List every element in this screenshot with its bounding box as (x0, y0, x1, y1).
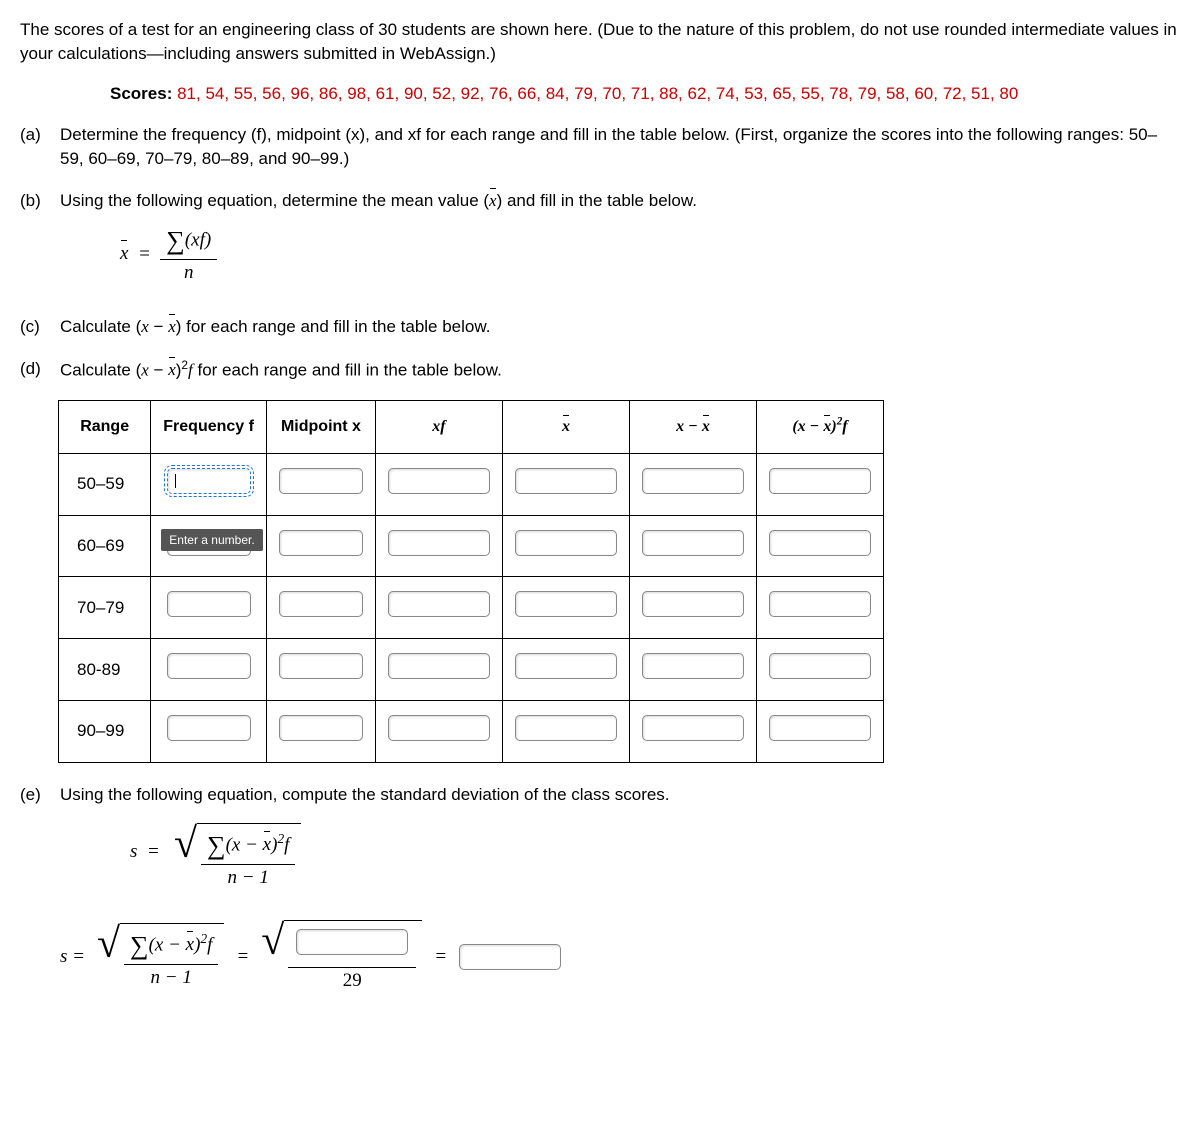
col-frequency: Frequency f (151, 401, 267, 454)
freq-input-50-59[interactable] (167, 468, 251, 494)
part-b-text: Using the following equation, determine … (60, 191, 697, 210)
range-cell: 70–79 (59, 577, 151, 639)
xmx-input-70-79[interactable] (642, 591, 744, 617)
mid-input-70-79[interactable] (279, 591, 363, 617)
range-cell: 50–59 (59, 453, 151, 515)
xmx2f-input-80-89[interactable] (769, 653, 871, 679)
part-c-label: (c) (20, 315, 60, 339)
col-xbar: x (502, 401, 629, 454)
sd-compute-row: s = √ ∑(x − x)2f n − 1 = √ 29 = (60, 920, 1180, 995)
xf-input-60-69[interactable] (388, 530, 490, 556)
table-row: 70–79 (59, 577, 884, 639)
col-xf: xf (375, 401, 502, 454)
part-b: (b) Using the following equation, determ… (20, 189, 1180, 297)
freq-input-80-89[interactable] (167, 653, 251, 679)
scores-values: 81, 54, 55, 56, 96, 86, 98, 61, 90, 52, … (177, 84, 1018, 103)
mid-input-60-69[interactable] (279, 530, 363, 556)
xmx2f-input-70-79[interactable] (769, 591, 871, 617)
xmx-input-90-99[interactable] (642, 715, 744, 741)
xf-input-90-99[interactable] (388, 715, 490, 741)
xmx-input-50-59[interactable] (642, 468, 744, 494)
xmx2f-input-90-99[interactable] (769, 715, 871, 741)
sd-equation-display: s = √ ∑(x − x)2f n − 1 (130, 823, 1180, 892)
table-row: 90–99 (59, 700, 884, 762)
part-c: (c) Calculate (x − x) for each range and… (20, 315, 1180, 339)
col-midpoint: Midpoint x (266, 401, 375, 454)
part-d: (d) Calculate (x − x)2f for each range a… (20, 357, 1180, 382)
input-tooltip: Enter a number. (161, 529, 262, 552)
data-table: Range Frequency f Midpoint x xf x x − x … (58, 400, 884, 763)
freq-input-90-99[interactable] (167, 715, 251, 741)
mid-input-80-89[interactable] (279, 653, 363, 679)
part-c-text: Calculate (x − x) for each range and fil… (60, 315, 1180, 339)
xf-input-50-59[interactable] (388, 468, 490, 494)
col-range: Range (59, 401, 151, 454)
col-xmx2f: (x − x)2f (756, 401, 883, 454)
part-d-text: Calculate (x − x)2f for each range and f… (60, 357, 1180, 382)
sd-result-input[interactable] (459, 944, 561, 970)
part-e-label: (e) (20, 783, 60, 902)
range-cell: 90–99 (59, 700, 151, 762)
xbar-input-50-59[interactable] (515, 468, 617, 494)
xbar-input-80-89[interactable] (515, 653, 617, 679)
col-xmx: x − x (629, 401, 756, 454)
range-cell: 60–69 (59, 515, 151, 577)
part-e-text: Using the following equation, compute th… (60, 783, 1180, 807)
part-b-label: (b) (20, 189, 60, 297)
mid-input-90-99[interactable] (279, 715, 363, 741)
xf-input-70-79[interactable] (388, 591, 490, 617)
freq-input-70-79[interactable] (167, 591, 251, 617)
problem-intro: The scores of a test for an engineering … (20, 18, 1180, 66)
table-row: 80-89 (59, 639, 884, 701)
scores-label: Scores: (110, 84, 177, 103)
part-a-label: (a) (20, 123, 60, 171)
sd-numerator-input[interactable] (296, 929, 408, 955)
part-e: (e) Using the following equation, comput… (20, 783, 1180, 902)
xmx-input-80-89[interactable] (642, 653, 744, 679)
part-a: (a) Determine the frequency (f), midpoin… (20, 123, 1180, 171)
xbar-input-90-99[interactable] (515, 715, 617, 741)
xmx2f-input-50-59[interactable] (769, 468, 871, 494)
part-d-label: (d) (20, 357, 60, 382)
xbar-input-60-69[interactable] (515, 530, 617, 556)
xf-input-80-89[interactable] (388, 653, 490, 679)
xmx2f-input-60-69[interactable] (769, 530, 871, 556)
xmx-input-60-69[interactable] (642, 530, 744, 556)
mid-input-50-59[interactable] (279, 468, 363, 494)
mean-equation: x = ∑(xf) n (120, 223, 1180, 287)
range-cell: 80-89 (59, 639, 151, 701)
xbar-input-70-79[interactable] (515, 591, 617, 617)
part-a-text: Determine the frequency (f), midpoint (x… (60, 123, 1180, 171)
table-row: 50–59 Enter a number. (59, 453, 884, 515)
scores-block: Scores: 81, 54, 55, 56, 96, 86, 98, 61, … (110, 82, 1180, 106)
sd-denominator-value: 29 (288, 968, 416, 995)
